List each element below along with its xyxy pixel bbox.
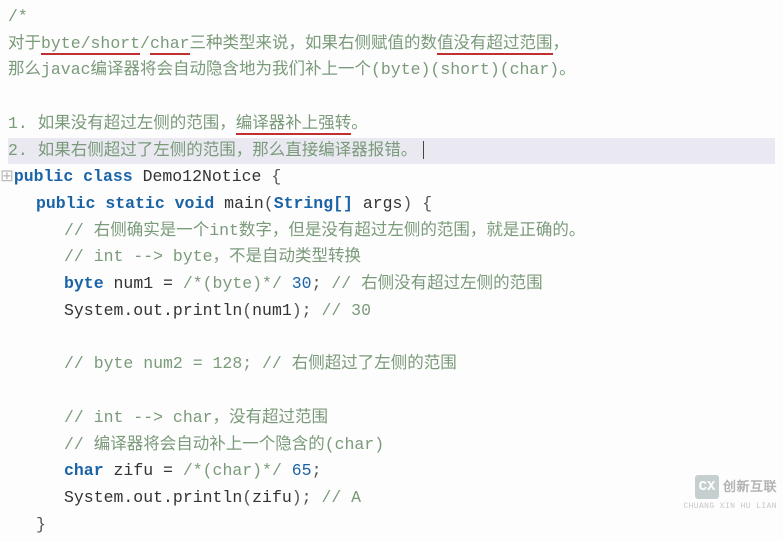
comment-c5: // int --> char，没有超过范围 xyxy=(64,408,328,427)
class-decl: ⊞public class Demo12Notice { xyxy=(8,164,775,191)
stmt-char-zifu: char zifu = /*(char)*/ 65; xyxy=(8,458,775,485)
underline-short: short xyxy=(91,34,141,55)
watermark-logo-icon: CX xyxy=(695,475,719,499)
comment-block: /* 对于byte/short/char三种类型来说，如果右侧赋值的数值没有超过… xyxy=(8,4,775,164)
comment-item-1: 1. 如果没有超过左侧的范围，编译器补上强转。 xyxy=(8,111,775,138)
comment-line-1: 对于byte/short/char三种类型来说，如果右侧赋值的数值没有超过范围， xyxy=(8,31,775,58)
watermark-brand: 创新互联 xyxy=(723,480,777,495)
comment-c6: // 编译器将会自动补上一个隐含的(char) xyxy=(64,435,384,454)
fold-icon[interactable]: ⊞ xyxy=(0,167,14,186)
stmt-println-zifu: System.out.println(zifu); // A xyxy=(8,485,775,512)
main-close: } xyxy=(8,512,775,539)
comment-c4: // byte num2 = 128; // 右侧超过了左侧的范围 xyxy=(64,354,457,373)
underline-range: 值没有超过范围 xyxy=(437,34,553,55)
watermark: CX 创新互联 CHUANG XIN HU LIAN xyxy=(683,474,777,514)
stmt-byte-num1: byte num1 = /*(byte)*/ 30; // 右侧没有超过左侧的范… xyxy=(8,271,775,298)
comment-c1: // 右侧确实是一个int数字，但是没有超过左侧的范围，就是正确的。 xyxy=(64,221,585,240)
blank-line xyxy=(8,325,775,352)
blank-line xyxy=(8,378,775,405)
blank-line xyxy=(8,84,775,111)
underline-byte: byte xyxy=(41,34,81,55)
stmt-println-num1: System.out.println(num1); // 30 xyxy=(8,298,775,325)
underline-char: char xyxy=(150,34,190,55)
comment-open: /* xyxy=(8,7,28,26)
highlighted-line: 2. 如果右侧超过了左侧的范围，那么直接编译器报错。 xyxy=(8,138,775,165)
main-decl: public static void main(String[] args) { xyxy=(8,191,775,218)
watermark-sub: CHUANG XIN HU LIAN xyxy=(683,501,777,514)
underline-cast: 编译器补上强转 xyxy=(236,114,352,135)
comment-item-2: 2. 如果右侧超过了左侧的范围，那么直接编译器报错。 xyxy=(8,141,417,160)
code-block: ⊞public class Demo12Notice { public stat… xyxy=(8,164,775,538)
comment-c2: // int --> byte，不是自动类型转换 xyxy=(64,247,361,266)
comment-line-2: 那么javac编译器将会自动隐含地为我们补上一个(byte)(short)(ch… xyxy=(8,57,775,84)
text-caret xyxy=(423,141,424,159)
